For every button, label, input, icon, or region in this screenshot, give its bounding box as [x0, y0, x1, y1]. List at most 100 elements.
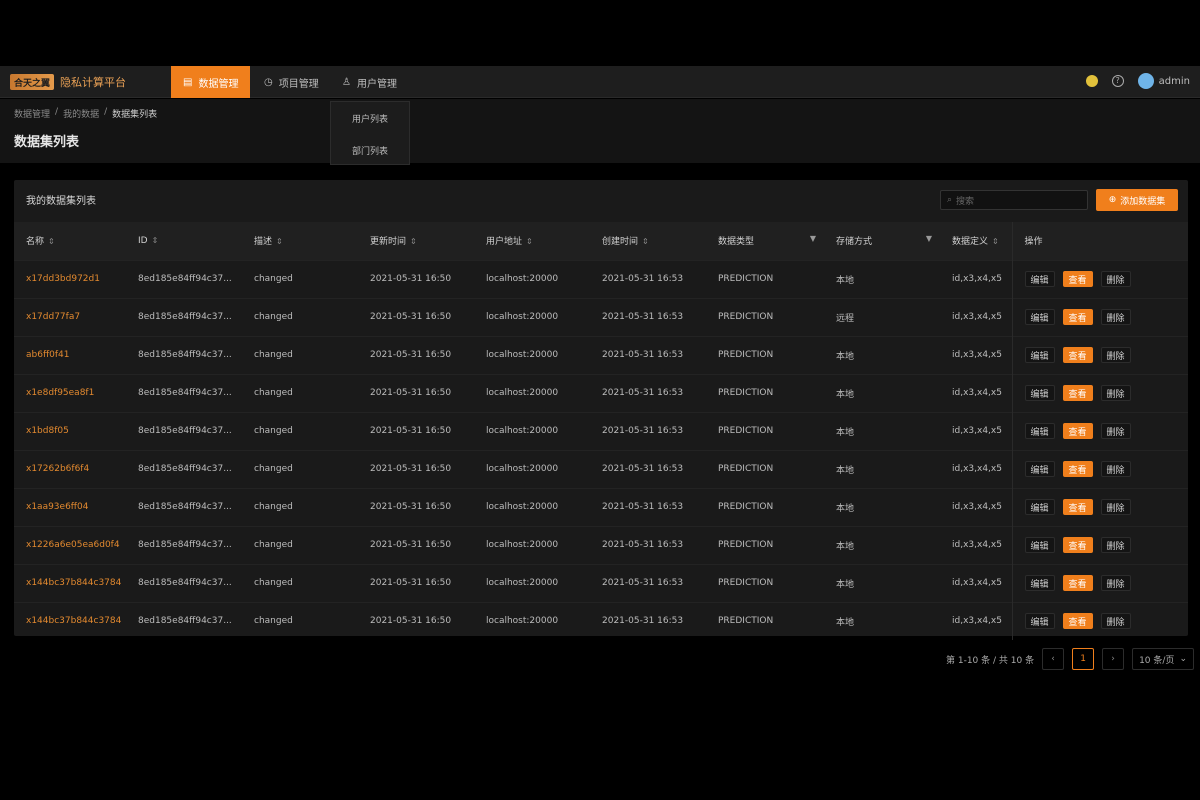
page-button-current[interactable]: 1 [1072, 648, 1095, 670]
delete-button[interactable]: 删除 [1100, 461, 1131, 477]
table-row: x1aa93e6ff04 8ed185e84ff94c37... changed 20… [14, 487, 1188, 526]
dropdown-item-user-list[interactable]: 用户列表 [331, 102, 409, 134]
dataset-id: 8ed185e84ff94c37... [126, 525, 242, 564]
view-button[interactable]: 查看 [1062, 347, 1093, 363]
data-type: PREDICTION [706, 487, 824, 526]
view-button[interactable]: 查看 [1062, 309, 1093, 325]
logo-mark: 合天之翼 [10, 74, 54, 90]
dataset-name-link[interactable]: x144bc37b844c3784 [14, 601, 126, 640]
prev-page-button[interactable]: ‹ [1042, 648, 1065, 670]
column-label: 存储方式 [836, 237, 873, 248]
delete-button[interactable]: 删除 [1100, 537, 1131, 553]
dataset-description: changed [242, 601, 358, 640]
data-schema: id,x3,x4,x5 [940, 449, 1012, 488]
data-type: PREDICTION [706, 525, 824, 564]
view-button[interactable]: 查看 [1062, 271, 1093, 287]
nav-user-management[interactable]: ♙ 用户管理 [330, 66, 409, 98]
column-header-storage[interactable]: 存储方式 ▼ [824, 222, 940, 260]
delete-button[interactable]: 删除 [1100, 385, 1131, 401]
pagination-summary: 第 1-10 条 / 共 10 条 [946, 655, 1035, 666]
column-header-id[interactable]: ID ⇕ [126, 222, 242, 260]
user-menu[interactable]: admin [1137, 73, 1190, 89]
help-icon[interactable]: ? [1111, 75, 1124, 87]
sort-icon[interactable]: ⇕ [992, 237, 999, 246]
next-page-button[interactable]: › [1102, 648, 1125, 670]
row-actions: 编辑 查看 删除 [1011, 449, 1188, 488]
column-header-description[interactable]: 描述 ⇕ [242, 222, 358, 260]
dataset-name-link[interactable]: x1aa93e6ff04 [14, 487, 126, 526]
dataset-name-link[interactable]: x17262b6f6f4 [14, 449, 126, 488]
sort-icon[interactable]: ⇕ [152, 236, 159, 245]
storage-mode: 本地 [824, 373, 940, 412]
sort-icon[interactable]: ⇕ [642, 237, 649, 246]
delete-button[interactable]: 删除 [1100, 271, 1131, 287]
breadcrumb-separator: / [55, 107, 59, 117]
edit-button[interactable]: 编辑 [1024, 385, 1055, 401]
delete-button[interactable]: 删除 [1100, 575, 1131, 591]
view-button[interactable]: 查看 [1062, 461, 1093, 477]
view-button[interactable]: 查看 [1062, 575, 1093, 591]
dropdown-item-department-list[interactable]: 部门列表 [331, 134, 409, 166]
column-header-actions: 操作 [1011, 222, 1188, 260]
user-address: localhost:20000 [474, 449, 590, 488]
nav-data-management[interactable]: ▤ 数据管理 [171, 66, 251, 98]
column-header-created[interactable]: 创建时间 ⇕ [590, 222, 706, 260]
dataset-id: 8ed185e84ff94c37... [126, 411, 242, 450]
sort-icon[interactable]: ⇕ [410, 237, 417, 246]
updated-time: 2021-05-31 16:50 [358, 411, 474, 450]
edit-button[interactable]: 编辑 [1024, 271, 1055, 287]
card-title: 我的数据集列表 [26, 196, 96, 207]
add-dataset-button[interactable]: ⊕ 添加数据集 [1096, 189, 1178, 211]
delete-button[interactable]: 删除 [1100, 499, 1131, 515]
dataset-name-link[interactable]: x144bc37b844c3784 [14, 563, 126, 602]
sort-icon[interactable]: ⇕ [48, 237, 55, 246]
logo[interactable]: 合天之翼 隐私计算平台 [10, 74, 126, 90]
column-header-address[interactable]: 用户地址 ⇕ [474, 222, 590, 260]
dataset-id: 8ed185e84ff94c37... [126, 487, 242, 526]
edit-button[interactable]: 编辑 [1024, 537, 1055, 553]
dataset-name-link[interactable]: x1226a6e05ea6d0f4 [14, 525, 126, 564]
view-button[interactable]: 查看 [1062, 385, 1093, 401]
dataset-name-link[interactable]: x1e8df95ea8f1 [14, 373, 126, 412]
column-label: 数据类型 [718, 237, 755, 248]
column-header-schema[interactable]: 数据定义 ⇕ [940, 222, 1012, 260]
edit-button[interactable]: 编辑 [1024, 461, 1055, 477]
delete-button[interactable]: 删除 [1100, 423, 1131, 439]
page-size-select[interactable]: 10 条/页 ⌄ [1132, 648, 1195, 670]
column-header-type[interactable]: 数据类型 ▼ [706, 222, 824, 260]
data-schema: id,x3,x4,x5 [940, 525, 1012, 564]
delete-button[interactable]: 删除 [1100, 613, 1131, 630]
dataset-name-link[interactable]: x17dd3bd972d1 [14, 259, 126, 298]
edit-button[interactable]: 编辑 [1024, 499, 1055, 515]
table-row: x1e8df95ea8f1 8ed185e84ff94c37... changed 2… [14, 373, 1188, 412]
edit-button[interactable]: 编辑 [1024, 309, 1055, 325]
dataset-name-link[interactable]: ab6ff0f41 [14, 335, 126, 374]
edit-button[interactable]: 编辑 [1024, 613, 1055, 630]
view-button[interactable]: 查看 [1062, 499, 1093, 515]
breadcrumb-item[interactable]: 我的数据 [63, 107, 99, 120]
column-header-updated[interactable]: 更新时间 ⇕ [358, 222, 474, 260]
notification-icon[interactable] [1085, 75, 1098, 87]
view-button[interactable]: 查看 [1062, 537, 1093, 553]
storage-mode: 本地 [824, 487, 940, 526]
filter-icon[interactable]: ▼ [926, 234, 932, 243]
user-address: localhost:20000 [474, 335, 590, 374]
dataset-description: changed [242, 449, 358, 488]
sort-icon[interactable]: ⇕ [276, 237, 283, 246]
view-button[interactable]: 查看 [1062, 423, 1093, 439]
sort-icon[interactable]: ⇕ [526, 237, 533, 246]
edit-button[interactable]: 编辑 [1024, 575, 1055, 591]
nav-project-management[interactable]: ◷ 项目管理 [252, 66, 331, 98]
view-button[interactable]: 查看 [1062, 613, 1093, 630]
filter-icon[interactable]: ▼ [810, 234, 816, 243]
delete-button[interactable]: 删除 [1100, 347, 1131, 363]
column-header-name[interactable]: 名称 ⇕ [14, 222, 126, 260]
edit-button[interactable]: 编辑 [1024, 347, 1055, 363]
dataset-name-link[interactable]: x17dd77fa7 [14, 297, 126, 336]
delete-button[interactable]: 删除 [1100, 309, 1131, 325]
search-input[interactable]: ⌕ 搜索 [940, 190, 1088, 210]
dataset-name-link[interactable]: x1bd8f05 [14, 411, 126, 450]
breadcrumb-item[interactable]: 数据管理 [14, 107, 50, 120]
edit-button[interactable]: 编辑 [1024, 423, 1055, 439]
data-type: PREDICTION [706, 601, 824, 640]
